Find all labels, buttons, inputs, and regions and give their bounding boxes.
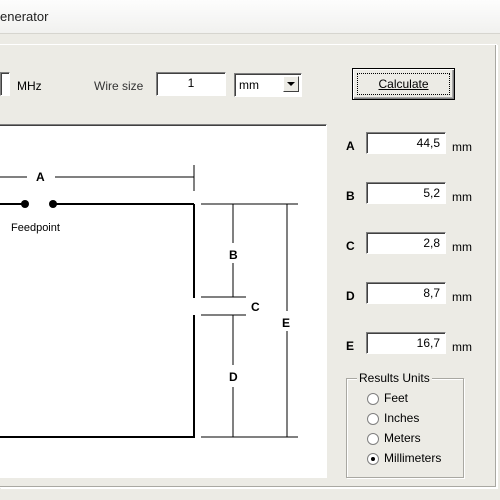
result-unit-b: mm (452, 190, 472, 204)
frequency-input[interactable] (0, 72, 10, 96)
feedpoint-label: Feedpoint (11, 222, 60, 234)
results-units-title: Results Units (357, 371, 432, 385)
wire-size-input[interactable]: 1 (156, 72, 226, 96)
result-value-e[interactable]: 16,7 (366, 332, 446, 354)
radio-meters-label: Meters (384, 431, 421, 445)
calculate-focus-ring: Calculate (357, 73, 450, 95)
label-e: E (282, 316, 290, 330)
wire-size-label: Wire size (94, 79, 144, 93)
frequency-unit-label: MHz (17, 79, 42, 93)
radio-inches-label: Inches (384, 411, 420, 425)
label-b: B (229, 248, 238, 262)
feedpoint-dot-right (49, 200, 57, 208)
result-label-e: E (346, 339, 355, 353)
result-unit-e: mm (452, 340, 472, 354)
calculate-label: Calculate (378, 77, 429, 91)
result-value-d[interactable]: 8,7 (366, 282, 446, 304)
result-label-d: D (346, 289, 355, 303)
label-d: D (229, 370, 238, 384)
label-c: C (251, 300, 260, 314)
wire-unit-select[interactable]: mm (234, 73, 302, 97)
wire-size-value: 1 (187, 76, 195, 90)
result-value-a[interactable]: 44,5 (366, 132, 446, 154)
radio-feet-indicator[interactable] (367, 393, 379, 405)
results-units-group: Results Units Feet Inches Meters Millime… (346, 371, 464, 478)
feedpoint-dot-left (21, 200, 29, 208)
radio-millimeters-indicator[interactable] (367, 453, 379, 465)
window-title: enerator (0, 9, 49, 24)
label-a: A (36, 170, 45, 184)
wire-unit-value: mm (239, 78, 259, 92)
result-label-c: C (346, 239, 355, 253)
result-label-b: B (346, 189, 355, 203)
result-value-c[interactable]: 2,8 (366, 232, 446, 254)
antenna-drawing: A Feedpoint B C D E (0, 165, 298, 438)
radio-feet-label: Feet (384, 391, 409, 405)
chevron-down-icon[interactable] (283, 76, 299, 92)
result-label-a: A (346, 139, 355, 153)
result-unit-c: mm (452, 240, 472, 254)
result-unit-a: mm (452, 140, 472, 154)
title-bar: enerator (0, 0, 500, 34)
result-unit-d: mm (452, 290, 472, 304)
result-value-b[interactable]: 5,2 (366, 182, 446, 204)
radio-inches-indicator[interactable] (367, 413, 379, 425)
antenna-diagram: A Feedpoint B C D E (0, 124, 327, 478)
radio-meters-indicator[interactable] (367, 433, 379, 445)
radio-millimeters-label: Millimeters (384, 451, 442, 465)
calculate-button[interactable]: Calculate (352, 68, 455, 100)
